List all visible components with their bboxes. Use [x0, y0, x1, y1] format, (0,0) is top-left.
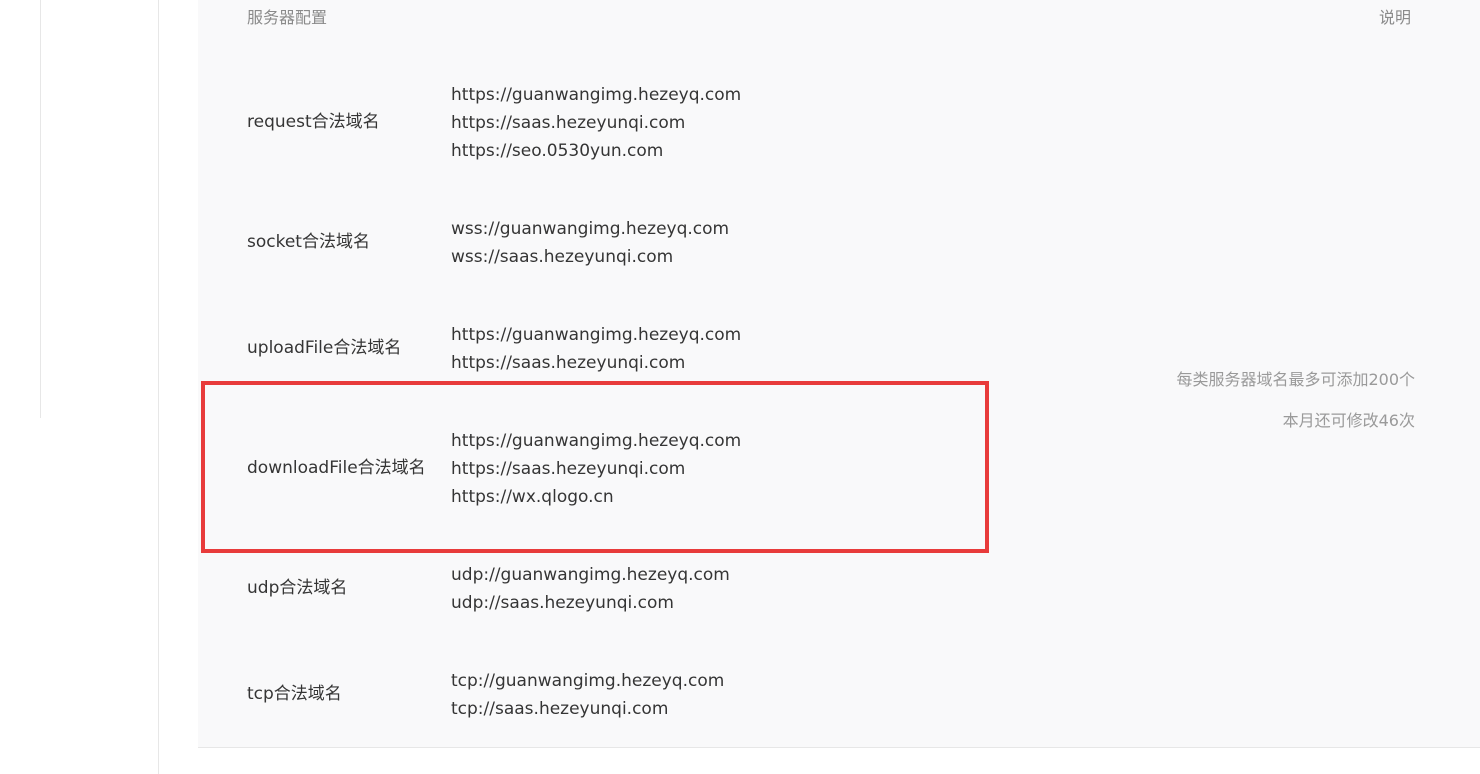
sidebar-divider — [158, 0, 159, 774]
upload-file-domain-values: https://guanwangimg.hezeyq.com https://s… — [451, 321, 741, 377]
download-file-domain-3: https://wx.qlogo.cn — [451, 487, 614, 507]
server-config-panel: 服务器配置 说明 request合法域名 https://guanwangimg… — [198, 0, 1480, 748]
udp-domain-1: udp://guanwangimg.hezeyq.com — [451, 565, 730, 585]
udp-domain-2: udp://saas.hezeyunqi.com — [451, 593, 674, 613]
socket-domain-values: wss://guanwangimg.hezeyq.com wss://saas.… — [451, 215, 729, 271]
request-domain-1: https://guanwangimg.hezeyq.com — [451, 85, 742, 105]
upload-file-domain-2: https://saas.hezeyunqi.com — [451, 353, 686, 373]
download-file-domain-label: downloadFile合法域名 — [247, 458, 426, 478]
download-file-domain-1: https://guanwangimg.hezeyq.com — [451, 431, 742, 451]
request-domain-2: https://saas.hezeyunqi.com — [451, 113, 686, 133]
tcp-domain-label: tcp合法域名 — [247, 684, 342, 704]
socket-domain-2: wss://saas.hezeyunqi.com — [451, 247, 674, 267]
download-file-domain-values: https://guanwangimg.hezeyq.com https://s… — [451, 427, 741, 511]
modify-count-note: 本月还可修改46次 — [1282, 411, 1415, 430]
upload-file-domain-label: uploadFile合法域名 — [247, 338, 402, 358]
download-file-domain-2: https://saas.hezeyunqi.com — [451, 459, 686, 479]
table-header-server-config: 服务器配置 — [247, 8, 328, 27]
request-domain-values: https://guanwangimg.hezeyq.com https://s… — [451, 81, 741, 165]
udp-domain-label: udp合法域名 — [247, 578, 348, 598]
tcp-domain-1: tcp://guanwangimg.hezeyq.com — [451, 671, 725, 691]
request-domain-3: https://seo.0530yun.com — [451, 141, 664, 161]
page: 服务器配置 说明 request合法域名 https://guanwangimg… — [0, 0, 1480, 774]
udp-domain-values: udp://guanwangimg.hezeyq.com udp://saas.… — [451, 561, 730, 617]
left-rail — [0, 0, 41, 418]
domain-limit-note: 每类服务器域名最多可添加200个 — [1176, 370, 1415, 389]
upload-file-domain-1: https://guanwangimg.hezeyq.com — [451, 325, 742, 345]
tcp-domain-values: tcp://guanwangimg.hezeyq.com tcp://saas.… — [451, 667, 724, 723]
tcp-domain-2: tcp://saas.hezeyunqi.com — [451, 699, 669, 719]
socket-domain-1: wss://guanwangimg.hezeyq.com — [451, 219, 730, 239]
table-header-description: 说明 — [1379, 8, 1412, 27]
socket-domain-label: socket合法域名 — [247, 232, 370, 252]
request-domain-label: request合法域名 — [247, 112, 380, 132]
